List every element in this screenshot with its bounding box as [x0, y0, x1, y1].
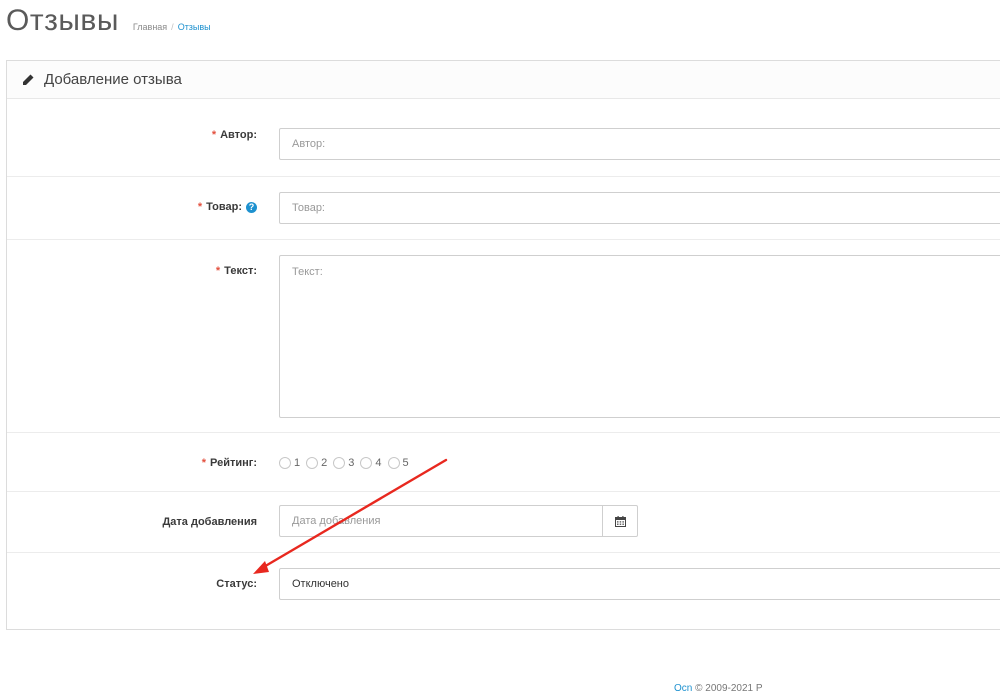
date-added-group: Дата добавления — [279, 505, 638, 537]
required-marker: * — [215, 265, 221, 277]
calendar-button[interactable] — [602, 505, 638, 537]
text-textarea[interactable]: Текст: — [279, 255, 1000, 418]
form-row-status: Статус: Отключено — [7, 553, 1000, 630]
radio-circle-icon[interactable] — [333, 457, 346, 469]
status-select[interactable]: Отключено — [279, 568, 1000, 600]
form-row-product: * Товар: ? Товар: — [7, 177, 1000, 240]
required-marker: * — [197, 201, 203, 213]
panel-heading: Добавление отзыва — [7, 61, 1000, 99]
radio-circle-icon[interactable] — [387, 457, 400, 469]
text-label: * Текст: — [215, 265, 257, 277]
required-marker: * — [201, 457, 207, 469]
rating-option-5[interactable]: 5 — [387, 457, 409, 469]
form-row-author: * Автор: Автор: — [7, 99, 1000, 177]
page-title: Отзывы — [6, 4, 119, 37]
author-input[interactable]: Автор: — [279, 128, 1000, 160]
form-row-rating: * Рейтинг: 1 2 3 4 5 — [7, 433, 1000, 492]
status-label: Статус: — [216, 578, 257, 590]
radio-circle-icon[interactable] — [360, 457, 373, 469]
product-input[interactable]: Товар: — [279, 192, 1000, 224]
form-row-text: * Текст: Текст: — [7, 240, 1000, 433]
form-row-date-added: Дата добавления Дата добавления — [7, 492, 1000, 553]
breadcrumb-current[interactable]: Отзывы — [178, 22, 211, 32]
rating-option-1[interactable]: 1 — [279, 457, 300, 469]
text-placeholder: Текст: — [292, 266, 323, 278]
author-label: * Автор: — [211, 129, 257, 141]
calendar-icon — [614, 515, 626, 527]
date-added-input[interactable]: Дата добавления — [279, 505, 602, 537]
footer-link[interactable]: Ocn — [674, 683, 692, 694]
rating-label: * Рейтинг: — [201, 457, 257, 469]
status-select-value: Отключено — [292, 578, 349, 590]
rating-radio-group: 1 2 3 4 5 — [279, 457, 415, 469]
radio-circle-icon[interactable] — [279, 457, 291, 469]
panel-title: Добавление отзыва — [44, 71, 182, 88]
page-header: Отзывы Главная / Отзывы — [6, 4, 211, 40]
breadcrumb-home[interactable]: Главная — [133, 22, 167, 32]
product-label: * Товар: ? — [198, 201, 257, 213]
pencil-icon — [23, 74, 34, 85]
review-form-panel: Добавление отзыва * Автор: Автор: * Това… — [6, 60, 1000, 630]
rating-option-4[interactable]: 4 — [360, 457, 382, 469]
breadcrumb: Главная / Отзывы — [133, 22, 211, 32]
product-placeholder: Товар: — [292, 202, 325, 214]
breadcrumb-separator: / — [171, 22, 174, 32]
rating-option-3[interactable]: 3 — [333, 457, 354, 469]
radio-circle-icon[interactable] — [306, 457, 319, 469]
date-added-placeholder: Дата добавления — [292, 515, 381, 527]
footer-copyright: © 2009-2021 P — [695, 683, 763, 694]
rating-option-2[interactable]: 2 — [306, 457, 327, 469]
date-added-label: Дата добавления — [162, 516, 257, 528]
required-marker: * — [211, 129, 217, 141]
footer: Ocn © 2009-2021 P — [674, 683, 763, 694]
author-placeholder: Автор: — [292, 138, 326, 150]
question-circle-icon[interactable]: ? — [246, 201, 257, 213]
